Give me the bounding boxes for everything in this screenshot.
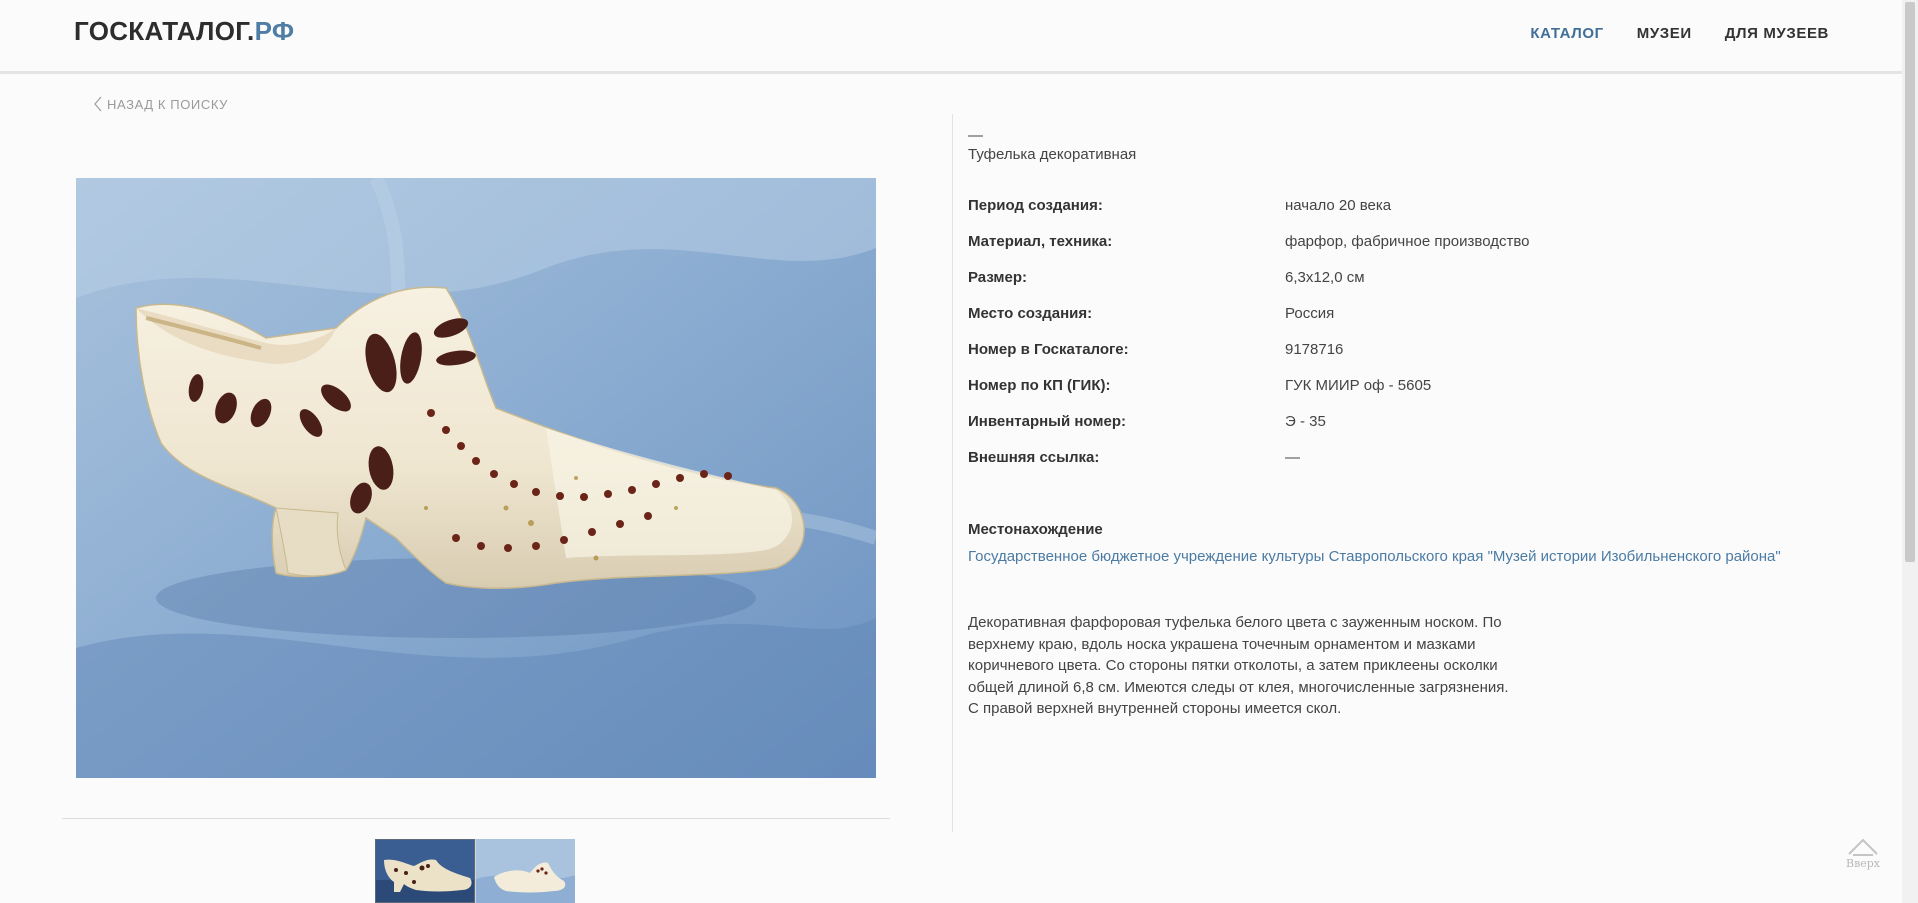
author-placeholder: — (968, 127, 983, 144)
property-row: Материал, техника: фарфор, фабричное прои… (968, 233, 1848, 269)
property-row: Размер: 6,3x12,0 см (968, 269, 1848, 305)
property-value: Россия (1285, 305, 1335, 322)
thumbnail-1[interactable] (375, 839, 475, 903)
chevron-left-icon (94, 96, 102, 112)
properties-table: Период создания: начало 20 века Материал,… (968, 197, 1848, 485)
scroll-to-top-label: Вверх (1845, 857, 1881, 870)
object-description: Декоративная фарфоровая туфелька белого … (968, 612, 1568, 720)
top-navbar: ГОСКАТАЛОГ.РФ КАТАЛОГ МУЗЕИ ДЛЯ МУЗЕЕВ (0, 0, 1902, 74)
property-label: Материал, техника: (968, 233, 1113, 250)
museum-link[interactable]: Государственное бюджетное учреждение кул… (968, 546, 1848, 568)
property-value: Э - 35 (1285, 413, 1326, 430)
thumbnail-2[interactable] (475, 839, 575, 903)
main-nav: КАТАЛОГ МУЗЕИ ДЛЯ МУЗЕЕВ (1530, 25, 1829, 42)
object-info: — Туфелька декоративная Период создания:… (968, 127, 1848, 720)
description-line: коричневого цвета. Со стороны пятки отко… (968, 657, 1498, 674)
shoe-photo-illustration (76, 178, 876, 778)
property-label: Размер: (968, 269, 1028, 286)
property-value: 9178716 (1285, 341, 1344, 358)
back-to-search-link[interactable]: НАЗАД К ПОИСКУ (93, 96, 228, 112)
property-value: 6,3x12,0 см (1285, 269, 1365, 286)
description-line: верхнему краю, вдоль носка украшена точе… (968, 635, 1476, 653)
page-scrollbar[interactable] (1902, 0, 1918, 903)
property-label: Инвентарный номер: (968, 413, 1126, 430)
property-row: Инвентарный номер: Э - 35 (968, 413, 1848, 449)
property-value: ГУК МИИР оф - 5605 (1285, 377, 1432, 394)
column-divider (952, 114, 953, 832)
property-label: Номер по КП (ГИК): (968, 377, 1111, 394)
nav-catalog[interactable]: КАТАЛОГ (1530, 25, 1603, 42)
object-title: Туфелька декоративная (968, 146, 1137, 163)
property-row: Период создания: начало 20 века (968, 197, 1848, 233)
description-line: С правой верхней внутренней стороны имее… (968, 700, 1342, 717)
location-heading: Местонахождение (968, 521, 1103, 538)
scroll-to-top-button[interactable]: Вверх (1843, 837, 1883, 870)
thumbnail-2-image (476, 839, 575, 903)
property-value: начало 20 века (1285, 197, 1392, 214)
property-label: Внешняя ссылка: (968, 449, 1100, 466)
nav-for-museums[interactable]: ДЛЯ МУЗЕЕВ (1725, 25, 1829, 42)
property-row: Внешняя ссылка: — (968, 449, 1848, 485)
property-row: Номер в Госкаталоге: 9178716 (968, 341, 1848, 377)
scrollbar-thumb[interactable] (1905, 2, 1915, 562)
photo-thumbnails (375, 839, 575, 903)
description-line: общей длиной 6,8 см. Имеются следы от кл… (968, 678, 1509, 696)
logo-accent: РФ (254, 16, 295, 46)
site-logo[interactable]: ГОСКАТАЛОГ.РФ (74, 16, 294, 47)
property-row: Место создания: Россия (968, 305, 1848, 341)
property-label: Номер в Госкаталоге: (968, 341, 1129, 358)
back-to-search-label: НАЗАД К ПОИСКУ (107, 96, 229, 112)
property-value: фарфор, фабричное производство (1285, 233, 1530, 250)
nav-museums[interactable]: МУЗЕИ (1637, 25, 1692, 42)
property-value: — (1285, 449, 1300, 466)
logo-main: ГОСКАТАЛОГ. (74, 16, 255, 46)
chevron-up-icon (1848, 838, 1878, 856)
gallery-divider (62, 818, 890, 819)
property-label: Период создания: (968, 197, 1103, 214)
object-photo[interactable] (76, 178, 876, 778)
property-row: Номер по КП (ГИК): ГУК МИИР оф - 5605 (968, 377, 1848, 413)
description-line: Декоративная фарфоровая туфелька белого … (968, 614, 1502, 631)
thumbnail-1-image (376, 840, 474, 902)
property-label: Место создания: (968, 305, 1093, 322)
